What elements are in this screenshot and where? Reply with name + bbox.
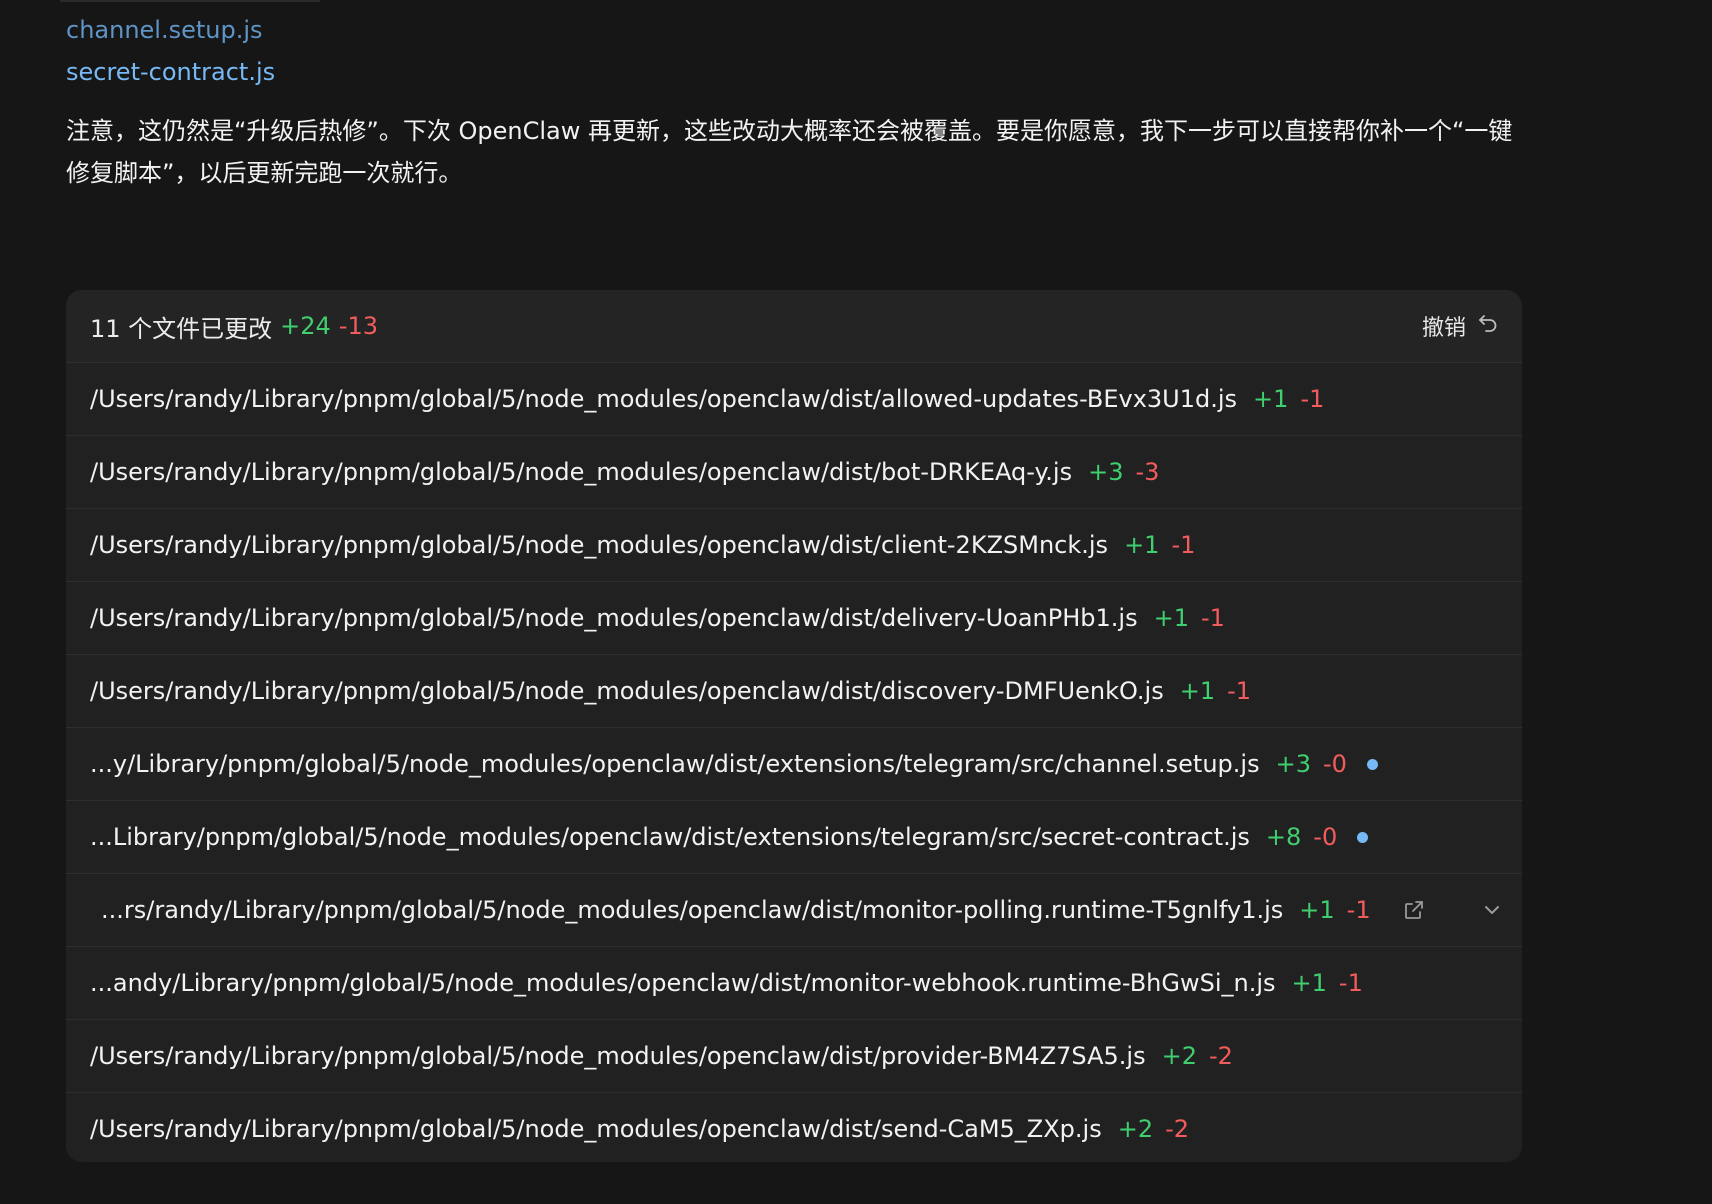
- changed-files-panel: 11 个文件已更改 +24 -13 撤销 /Users/randy/Librar…: [66, 290, 1522, 1162]
- file-removed-count: -0: [1313, 823, 1338, 851]
- file-row-actions: [1401, 897, 1505, 923]
- file-removed-count: -1: [1338, 969, 1363, 997]
- file-removed-count: -2: [1165, 1115, 1190, 1143]
- changed-file-row[interactable]: /Users/randy/Library/pnpm/global/5/node_…: [66, 508, 1522, 581]
- file-diff-counts: +1 -1: [1299, 896, 1370, 924]
- changed-files-list: /Users/randy/Library/pnpm/global/5/node_…: [66, 362, 1522, 1162]
- file-path: /Users/randy/Library/pnpm/global/5/node_…: [90, 531, 1109, 559]
- changed-file-row[interactable]: /Users/randy/Library/pnpm/global/5/node_…: [66, 654, 1522, 727]
- file-diff-counts: +1 -1: [1292, 969, 1363, 997]
- file-added-count: +8: [1265, 823, 1302, 851]
- message-note: 注意，这仍然是“升级后热修”。下次 OpenClaw 再更新，这些改动大概率还会…: [66, 117, 1513, 187]
- file-removed-count: -1: [1200, 604, 1225, 632]
- dot-icon: [1366, 758, 1378, 770]
- changed-file-row[interactable]: /Users/randy/Library/pnpm/global/5/node_…: [66, 581, 1522, 654]
- truncated-previous-line: [60, 0, 320, 2]
- file-removed-count: -3: [1135, 458, 1160, 486]
- undo-button[interactable]: 撤销: [1422, 310, 1500, 342]
- file-path: /Users/randy/Library/pnpm/global/5/node_…: [90, 1042, 1146, 1070]
- file-path: /Users/randy/Library/pnpm/global/5/node_…: [90, 677, 1164, 705]
- file-diff-counts: +1 -1: [1124, 531, 1195, 559]
- file-path: /Users/randy/Library/pnpm/global/5/node_…: [90, 604, 1138, 632]
- changed-file-row[interactable]: ...Library/pnpm/global/5/node_modules/op…: [66, 800, 1522, 873]
- file-diff-counts: +8 -0: [1266, 823, 1337, 851]
- file-diff-counts: +3 -3: [1088, 458, 1159, 486]
- file-removed-count: -1: [1346, 896, 1371, 924]
- changed-files-header: 11 个文件已更改 +24 -13 撤销: [66, 290, 1522, 362]
- file-path: ...y/Library/pnpm/global/5/node_modules/…: [90, 750, 1260, 778]
- file-diff-counts: +1 -1: [1154, 604, 1225, 632]
- total-added-count: +24: [280, 312, 331, 340]
- changed-file-row[interactable]: /Users/randy/Library/pnpm/global/5/node_…: [66, 435, 1522, 508]
- file-added-count: +1: [1153, 604, 1189, 632]
- file-diff-counts: +2 -2: [1162, 1042, 1233, 1070]
- undo-label: 撤销: [1421, 316, 1466, 341]
- file-diff-counts: +3 -0: [1276, 750, 1347, 778]
- total-removed-count: -13: [338, 312, 379, 340]
- file-added-count: +3: [1088, 458, 1124, 486]
- file-added-count: +1: [1179, 677, 1216, 705]
- file-link-secret-contract[interactable]: secret-contract.js: [66, 56, 275, 88]
- changed-file-row[interactable]: ...rs/randy/Library/pnpm/global/5/node_m…: [66, 873, 1522, 946]
- file-added-count: +2: [1117, 1115, 1154, 1143]
- file-added-count: +2: [1161, 1042, 1197, 1070]
- dot-icon: [1357, 831, 1369, 843]
- file-removed-count: -1: [1227, 677, 1252, 705]
- changes-summary-label: 11 个文件已更改: [90, 314, 273, 343]
- changed-file-row[interactable]: /Users/randy/Library/pnpm/global/5/node_…: [66, 362, 1522, 435]
- file-added-count: +1: [1299, 896, 1335, 924]
- file-path: /Users/randy/Library/pnpm/global/5/node_…: [90, 458, 1073, 486]
- changed-file-row[interactable]: /Users/randy/Library/pnpm/global/5/node_…: [66, 1092, 1522, 1162]
- file-added-count: +1: [1124, 531, 1160, 559]
- file-removed-count: -1: [1300, 385, 1325, 413]
- changed-file-row[interactable]: ...andy/Library/pnpm/global/5/node_modul…: [66, 946, 1522, 1019]
- file-path: ...andy/Library/pnpm/global/5/node_modul…: [90, 969, 1276, 997]
- file-added-count: +1: [1291, 969, 1327, 997]
- file-diff-counts: +1 -1: [1253, 385, 1324, 413]
- chevron-down-icon[interactable]: [1479, 897, 1505, 923]
- file-path: ...rs/randy/Library/pnpm/global/5/node_m…: [101, 896, 1284, 924]
- file-diff-counts: +1 -1: [1180, 677, 1251, 705]
- open-external-icon[interactable]: [1401, 897, 1427, 923]
- file-link-channel-setup[interactable]: channel.setup.js: [66, 14, 263, 46]
- file-diff-counts: +2 -2: [1118, 1115, 1189, 1143]
- file-path: /Users/randy/Library/pnpm/global/5/node_…: [90, 1115, 1102, 1143]
- file-removed-count: -1: [1171, 531, 1196, 559]
- changed-file-row[interactable]: ...y/Library/pnpm/global/5/node_modules/…: [66, 727, 1522, 800]
- file-path: /Users/randy/Library/pnpm/global/5/node_…: [90, 385, 1238, 413]
- file-removed-count: -2: [1208, 1042, 1233, 1070]
- changed-file-row[interactable]: /Users/randy/Library/pnpm/global/5/node_…: [66, 1019, 1522, 1092]
- file-path: ...Library/pnpm/global/5/node_modules/op…: [90, 823, 1250, 851]
- file-removed-count: -0: [1322, 750, 1347, 778]
- changes-summary: 11 个文件已更改 +24 -13: [90, 309, 378, 344]
- undo-icon: [1476, 311, 1500, 341]
- file-added-count: +3: [1275, 750, 1311, 778]
- file-added-count: +1: [1253, 385, 1289, 413]
